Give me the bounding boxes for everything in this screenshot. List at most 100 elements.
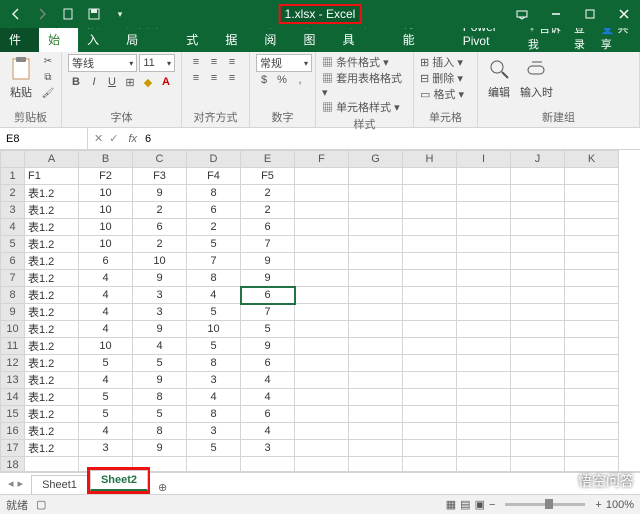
cell[interactable] bbox=[511, 372, 565, 389]
cell[interactable]: 10 bbox=[187, 321, 241, 338]
edit-button[interactable]: 编辑 bbox=[484, 54, 514, 102]
cell[interactable]: 9 bbox=[241, 253, 295, 270]
cell[interactable] bbox=[349, 389, 403, 406]
view-layout-icon[interactable]: ▤ bbox=[460, 498, 470, 511]
row-header[interactable]: 3 bbox=[1, 202, 25, 219]
cell[interactable] bbox=[565, 304, 619, 321]
cell[interactable] bbox=[457, 270, 511, 287]
cell[interactable] bbox=[349, 457, 403, 473]
cell[interactable]: 6 bbox=[241, 406, 295, 423]
row-header[interactable]: 1 bbox=[1, 168, 25, 185]
format-cells-button[interactable]: ▭ 格式 ▾ bbox=[420, 86, 471, 102]
cell[interactable] bbox=[457, 355, 511, 372]
cell[interactable]: 7 bbox=[187, 253, 241, 270]
col-header[interactable]: G bbox=[349, 151, 403, 168]
cell[interactable] bbox=[25, 457, 79, 473]
number-format-combo[interactable]: 常规▾ bbox=[256, 54, 312, 72]
cell[interactable]: 表1.2 bbox=[25, 185, 79, 202]
font-name-combo[interactable]: 等线▾ bbox=[68, 54, 137, 72]
cell[interactable]: 4 bbox=[79, 423, 133, 440]
cell[interactable]: 8 bbox=[133, 389, 187, 406]
sheet-prev-icon[interactable]: ◂ bbox=[8, 477, 14, 490]
cell[interactable] bbox=[511, 168, 565, 185]
cell[interactable] bbox=[349, 202, 403, 219]
align-mid[interactable]: ≡ bbox=[206, 54, 222, 70]
comma-button[interactable]: , bbox=[292, 72, 308, 88]
cell[interactable]: 4 bbox=[241, 389, 295, 406]
cell[interactable] bbox=[295, 457, 349, 473]
cell[interactable]: 4 bbox=[241, 372, 295, 389]
cell[interactable]: 10 bbox=[79, 202, 133, 219]
close-button[interactable] bbox=[608, 0, 640, 28]
spreadsheet-grid[interactable]: ABCDEFGHIJK1F1F2F3F4F52表1.2109823表1.2102… bbox=[0, 150, 619, 472]
row-header[interactable]: 12 bbox=[1, 355, 25, 372]
cell[interactable]: 5 bbox=[187, 440, 241, 457]
cell[interactable] bbox=[565, 355, 619, 372]
currency-button[interactable]: $ bbox=[256, 72, 272, 88]
row-header[interactable]: 11 bbox=[1, 338, 25, 355]
col-header[interactable]: D bbox=[187, 151, 241, 168]
cell[interactable] bbox=[511, 202, 565, 219]
cell[interactable] bbox=[457, 185, 511, 202]
cell[interactable] bbox=[565, 338, 619, 355]
cell[interactable] bbox=[295, 287, 349, 304]
cell[interactable] bbox=[295, 321, 349, 338]
sheet-tab-1[interactable]: Sheet1 bbox=[31, 475, 88, 494]
cell[interactable]: 6 bbox=[187, 202, 241, 219]
cell[interactable] bbox=[295, 440, 349, 457]
record-macro-icon[interactable]: ▢ bbox=[36, 498, 46, 511]
cell[interactable]: 3 bbox=[241, 440, 295, 457]
cell[interactable]: 2 bbox=[187, 219, 241, 236]
cell[interactable] bbox=[457, 304, 511, 321]
cell[interactable] bbox=[457, 372, 511, 389]
cell[interactable] bbox=[457, 202, 511, 219]
save-icon[interactable] bbox=[86, 6, 102, 22]
sheet-next-icon[interactable]: ▸ bbox=[18, 477, 24, 490]
cell[interactable]: 4 bbox=[187, 389, 241, 406]
row-header[interactable]: 8 bbox=[1, 287, 25, 304]
select-all-corner[interactable] bbox=[1, 151, 25, 168]
cell[interactable] bbox=[349, 338, 403, 355]
cell[interactable]: 8 bbox=[133, 423, 187, 440]
cell[interactable] bbox=[349, 287, 403, 304]
percent-button[interactable]: % bbox=[274, 72, 290, 88]
cell[interactable]: 4 bbox=[79, 287, 133, 304]
cell[interactable] bbox=[403, 202, 457, 219]
cell[interactable] bbox=[403, 270, 457, 287]
cell[interactable] bbox=[403, 457, 457, 473]
cell[interactable]: F1 bbox=[25, 168, 79, 185]
input-button[interactable]: 输入时 bbox=[518, 54, 555, 102]
cell[interactable]: 9 bbox=[133, 270, 187, 287]
cell[interactable]: 5 bbox=[79, 406, 133, 423]
maximize-button[interactable] bbox=[574, 0, 606, 28]
align-right[interactable]: ≡ bbox=[224, 70, 240, 86]
cell[interactable] bbox=[457, 253, 511, 270]
col-header[interactable]: J bbox=[511, 151, 565, 168]
cell[interactable] bbox=[511, 389, 565, 406]
cell[interactable] bbox=[511, 338, 565, 355]
view-normal-icon[interactable]: ▦ bbox=[446, 498, 456, 511]
cell[interactable]: 4 bbox=[79, 304, 133, 321]
cell[interactable]: 6 bbox=[133, 219, 187, 236]
cell[interactable]: 表1.2 bbox=[25, 406, 79, 423]
cell[interactable] bbox=[349, 185, 403, 202]
cell[interactable] bbox=[403, 253, 457, 270]
cell[interactable] bbox=[349, 236, 403, 253]
cell[interactable]: 9 bbox=[241, 338, 295, 355]
view-break-icon[interactable]: ▣ bbox=[475, 498, 485, 511]
cell[interactable] bbox=[403, 355, 457, 372]
cell[interactable]: 2 bbox=[241, 202, 295, 219]
format-painter-icon[interactable]: 🖌 bbox=[40, 86, 56, 100]
cell[interactable] bbox=[295, 219, 349, 236]
cell[interactable]: 表1.2 bbox=[25, 423, 79, 440]
cell[interactable]: 表1.2 bbox=[25, 253, 79, 270]
cell[interactable]: 6 bbox=[241, 219, 295, 236]
cell[interactable] bbox=[565, 202, 619, 219]
add-sheet-button[interactable]: ⊕ bbox=[150, 481, 175, 494]
align-center[interactable]: ≡ bbox=[206, 70, 222, 86]
row-header[interactable]: 18 bbox=[1, 457, 25, 473]
minimize-button[interactable] bbox=[540, 0, 572, 28]
cell[interactable] bbox=[457, 338, 511, 355]
cell[interactable]: 8 bbox=[187, 355, 241, 372]
cell[interactable]: 表1.2 bbox=[25, 236, 79, 253]
